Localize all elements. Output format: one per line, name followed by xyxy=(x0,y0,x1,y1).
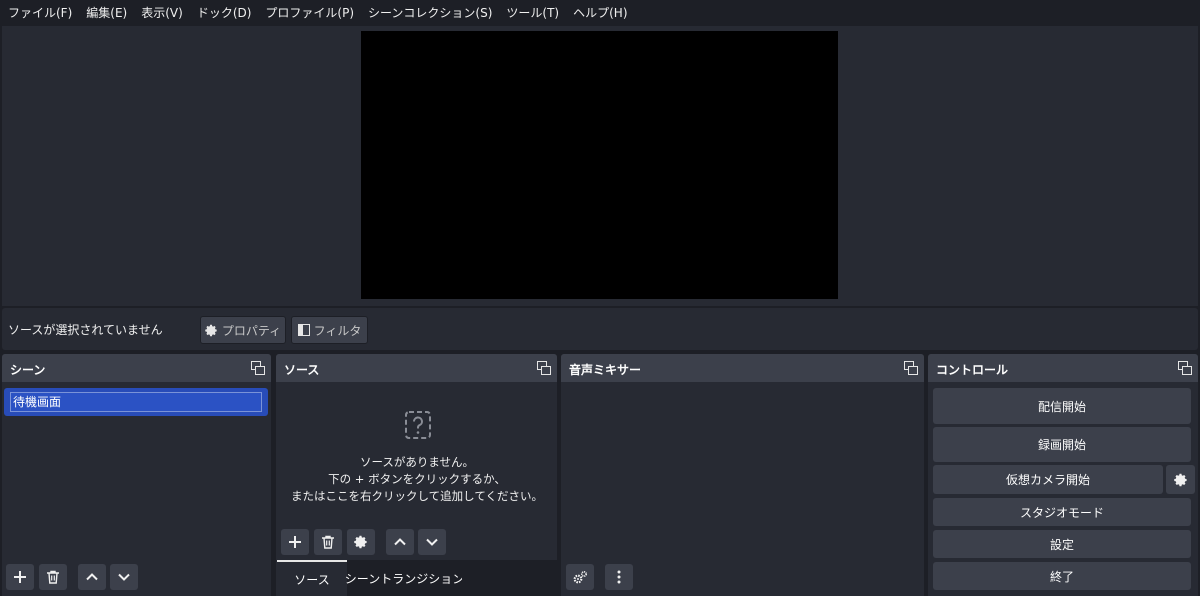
plus-icon xyxy=(289,536,301,548)
virtual-camera-config-button[interactable] xyxy=(1166,465,1195,494)
controls-dock-title: コントロール xyxy=(936,363,1009,377)
scene-list-item[interactable]: 待機画面 xyxy=(4,388,268,416)
gear-icon xyxy=(205,324,217,336)
sources-dock: ソース ソースがありません。 下の + ボタンをクリックするか、 またはここを右… xyxy=(276,354,557,596)
filters-label: フィルタ xyxy=(313,323,362,338)
menu-file[interactable]: ファイル(F) xyxy=(4,0,76,26)
controls-dock: コントロール 配信開始 録画開始 仮想カメラ開始 スタジオモード 設定 終了 xyxy=(928,354,1198,596)
sources-dock-header: ソース xyxy=(276,354,557,382)
trash-icon xyxy=(47,570,59,584)
dock-float-icon[interactable] xyxy=(1178,361,1192,375)
menu-tools[interactable]: ツール(T) xyxy=(502,0,563,26)
tab-sources[interactable]: ソース xyxy=(277,560,347,596)
scenes-dock-header: シーン xyxy=(2,354,271,382)
plus-icon xyxy=(14,571,26,583)
gear-icon xyxy=(1173,473,1187,486)
chevron-up-icon xyxy=(86,573,98,581)
start-recording-button[interactable]: 録画開始 xyxy=(933,427,1191,462)
mixer-dock-title: 音声ミキサー xyxy=(569,363,642,377)
menu-scene-collection[interactable]: シーンコレクション(S) xyxy=(364,0,496,26)
scene-name-editor[interactable]: 待機画面 xyxy=(10,392,262,412)
trash-icon xyxy=(322,535,334,549)
menu-help[interactable]: ヘルプ(H) xyxy=(569,0,631,26)
scenes-dock-title: シーン xyxy=(10,363,46,377)
dock-float-icon[interactable] xyxy=(904,361,918,375)
question-icon xyxy=(405,411,431,439)
mixer-menu-button[interactable] xyxy=(605,564,633,590)
chevron-down-icon xyxy=(118,573,130,581)
start-virtual-camera-button[interactable]: 仮想カメラ開始 xyxy=(933,465,1163,494)
empty-message-line: ソースがありません。 xyxy=(359,455,475,469)
chevron-up-icon xyxy=(394,538,406,546)
move-source-up-button[interactable] xyxy=(386,529,414,555)
menu-profile[interactable]: プロファイル(P) xyxy=(261,0,358,26)
advanced-audio-button[interactable] xyxy=(566,564,594,590)
exit-button[interactable]: 終了 xyxy=(933,562,1191,590)
move-source-down-button[interactable] xyxy=(418,529,446,555)
gear-icon xyxy=(354,535,367,549)
no-source-selected-label: ソースが選択されていません xyxy=(8,323,163,337)
empty-message-line: またはここを右クリックして追加してください。 xyxy=(291,489,543,503)
sources-dock-title: ソース xyxy=(284,363,320,377)
move-scene-down-button[interactable] xyxy=(110,564,138,590)
menu-edit[interactable]: 編集(E) xyxy=(82,0,131,26)
studio-mode-button[interactable]: スタジオモード xyxy=(933,498,1191,526)
move-scene-up-button[interactable] xyxy=(78,564,106,590)
remove-scene-button[interactable] xyxy=(39,564,67,590)
scenes-dock: シーン 待機画面 xyxy=(2,354,271,596)
menu-view[interactable]: 表示(V) xyxy=(137,0,187,26)
add-scene-button[interactable] xyxy=(6,564,34,590)
dock-float-icon[interactable] xyxy=(251,361,265,375)
filter-icon xyxy=(297,324,310,336)
sources-empty-message: ソースがありません。 下の + ボタンをクリックするか、 またはここを右クリック… xyxy=(276,454,558,505)
properties-label: プロパティ xyxy=(221,323,282,338)
settings-button[interactable]: 設定 xyxy=(933,530,1191,558)
chevron-down-icon xyxy=(426,538,438,546)
controls-dock-header: コントロール xyxy=(928,354,1198,382)
audio-mixer-dock: 音声ミキサー xyxy=(561,354,924,596)
menu-docks[interactable]: ドック(D) xyxy=(193,0,256,26)
tab-bar-filler xyxy=(462,560,557,596)
source-properties-button[interactable] xyxy=(347,529,375,555)
properties-button[interactable]: プロパティ xyxy=(200,316,286,344)
mixer-dock-header: 音声ミキサー xyxy=(561,354,924,382)
preview-canvas[interactable] xyxy=(361,31,838,299)
remove-source-button[interactable] xyxy=(314,529,342,555)
start-streaming-button[interactable]: 配信開始 xyxy=(933,388,1191,424)
filters-button[interactable]: フィルタ xyxy=(291,316,368,344)
vertical-dots-icon xyxy=(617,570,621,584)
gears-icon xyxy=(573,570,588,584)
tab-scene-transitions[interactable]: シーントランジション xyxy=(345,560,464,596)
add-source-button[interactable] xyxy=(281,529,309,555)
dock-float-icon[interactable] xyxy=(537,361,551,375)
context-bar xyxy=(2,308,1198,350)
empty-message-line: 下の + ボタンをクリックするか、 xyxy=(328,472,506,486)
menu-bar: ファイル(F) 編集(E) 表示(V) ドック(D) プロファイル(P) シーン… xyxy=(0,0,1200,26)
